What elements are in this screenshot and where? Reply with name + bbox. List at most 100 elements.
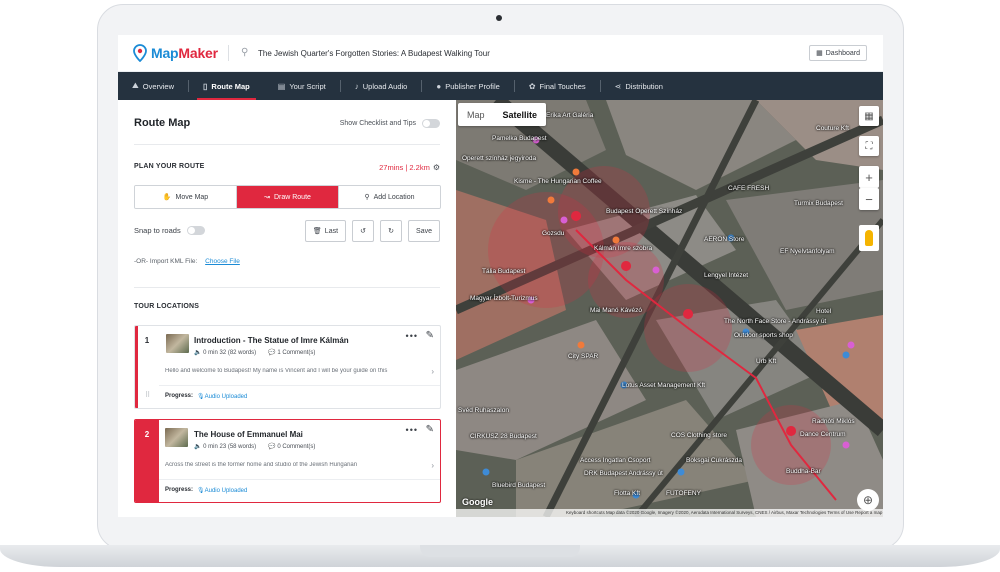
route-stats-text: 27mins | 2.2km	[379, 163, 430, 172]
tab-overview[interactable]: ⛰ Overview	[118, 72, 188, 100]
map-attribution[interactable]: Keyboard shortcuts Map data ©2020 Google…	[456, 509, 883, 517]
my-location-icon[interactable]: ⊕	[857, 489, 879, 511]
tour-title: The Jewish Quarter's Forgotten Stories: …	[258, 49, 490, 58]
move-map-button[interactable]: ✋ Move Map	[135, 186, 237, 208]
microphone-icon: 🎙	[197, 394, 205, 400]
header-divider	[228, 45, 229, 61]
snap-to-roads-row: Snap to roads	[134, 226, 205, 235]
pencil-icon[interactable]: ✎	[426, 424, 434, 435]
tab-route-map[interactable]: ▯ Route Map	[189, 72, 264, 100]
location-card[interactable]: 1 Introduction - The Statue of Imre Kálm…	[134, 325, 441, 409]
tour-locations-heading: TOUR LOCATIONS	[134, 303, 200, 310]
grid-icon: ▦	[816, 50, 823, 57]
chevron-right-icon[interactable]: ›	[431, 461, 434, 470]
page-title: Route Map	[134, 117, 191, 129]
microphone-icon: 🎙	[197, 488, 205, 494]
route-tools: 🗑 Last ↺ ↻ Save	[304, 220, 440, 242]
snap-label: Snap to roads	[134, 226, 181, 235]
satellite-map[interactable]: Erika Art Galéria Pamelka Budapest Opere…	[456, 100, 883, 517]
kml-or: -OR-	[134, 258, 149, 265]
map-label: Couture Kft	[816, 125, 849, 132]
grid-layers-icon[interactable]: ▦	[859, 106, 879, 126]
tab-label: Distribution	[625, 81, 663, 91]
map-label: Pamelka Budapest	[492, 135, 547, 142]
more-icon[interactable]: •••	[406, 425, 418, 435]
last-button[interactable]: 🗑 Last	[304, 220, 347, 242]
map-label: FUTOFENY	[666, 490, 701, 497]
comment-icon: 💬	[268, 350, 276, 356]
location-number: 2	[135, 420, 159, 502]
map-label: Lotus Asset Management Kft	[622, 382, 706, 389]
undo-button[interactable]: ↺	[352, 220, 375, 242]
street-view-pegman-icon[interactable]	[859, 225, 879, 251]
divider	[134, 144, 440, 145]
duration-text: 0 min 32 (82 words)	[203, 350, 257, 356]
checklist-label: Show Checklist and Tips	[339, 120, 416, 127]
draw-route-label: Draw Route	[273, 193, 311, 201]
divider	[159, 385, 440, 386]
app-logo[interactable]: MapMaker	[133, 44, 218, 62]
location-card-selected[interactable]: 2 The House of Emmanuel Mai 🔈 0 min 23 (…	[134, 419, 441, 503]
map-label: Boksgai Cukrászda	[686, 457, 742, 464]
comments: 💬 1 Comment(s)	[268, 349, 315, 356]
map-label: EF Nyelvtanfolyam	[780, 248, 835, 255]
save-button[interactable]: Save	[408, 220, 440, 242]
map-label: Erika Art Galéria	[546, 112, 594, 119]
brand-map-text: Map	[151, 45, 179, 61]
location-title: Introduction - The Statue of Imre Kálmán	[194, 336, 349, 345]
zoom-out-button[interactable]: −	[859, 188, 879, 210]
map-label: DRK Budapest Andrássy út	[584, 470, 663, 477]
map-label: Tália Budapest	[482, 268, 526, 275]
draw-route-icon: ↝	[264, 194, 270, 201]
map-label: Radnóti Miklós	[812, 418, 855, 425]
tab-publisher-profile[interactable]: ● Publisher Profile	[422, 72, 513, 100]
checklist-toggle[interactable]	[422, 119, 440, 128]
pencil-icon[interactable]: ✎	[426, 330, 434, 341]
location-meta: 🔈 0 min 23 (58 words) 💬 0 Comment(s)	[194, 443, 315, 450]
map-label: Budapest Operett Színház	[606, 208, 683, 215]
draw-route-button[interactable]: ↝ Draw Route	[237, 186, 339, 208]
status-badge: 🎙Audio Uploaded	[197, 487, 247, 494]
drag-handle-icon[interactable]: ⠿	[145, 391, 150, 399]
map-type-map-button[interactable]: Map	[458, 103, 494, 126]
location-excerpt: Hello and welcome to Budapest! My name i…	[165, 368, 388, 374]
webcam	[496, 15, 502, 21]
hiker-icon: ⚲	[241, 47, 249, 58]
map-label: Flotta Kft	[614, 490, 641, 497]
tab-final-touches[interactable]: ✿ Final Touches	[515, 72, 600, 100]
snap-toggle[interactable]	[186, 226, 205, 235]
map-label: COS Clothing store	[671, 432, 727, 439]
redo-button[interactable]: ↻	[380, 220, 403, 242]
kml-label: Import KML File:	[149, 258, 198, 265]
add-location-button[interactable]: ⚲ Add Location	[339, 186, 440, 208]
dashboard-button[interactable]: ▦ Dashboard	[809, 45, 867, 61]
zoom-in-button[interactable]: +	[859, 166, 879, 188]
tab-your-script[interactable]: ▤ Your Script	[264, 72, 340, 100]
map-label: Magyar Ízbolt-Turizmus	[470, 295, 538, 302]
tab-label: Route Map	[211, 81, 250, 91]
move-map-label: Move Map	[175, 193, 209, 201]
last-label: Last	[324, 227, 339, 235]
tab-upload-audio[interactable]: ♪ Upload Audio	[341, 72, 422, 100]
map-pin-logo-icon	[133, 44, 147, 62]
map-label: AERON Store	[704, 236, 745, 243]
gear-icon[interactable]: ⚙	[433, 163, 440, 172]
fullscreen-icon[interactable]: ⛶	[859, 136, 879, 156]
location-excerpt: Across the street is the former home and…	[165, 462, 358, 468]
map-label: CAFE FRESH	[728, 185, 770, 192]
duration: 🔈 0 min 23 (58 words)	[194, 443, 256, 450]
location-title: The House of Emmanuel Mai	[194, 430, 303, 439]
add-location-label: Add Location	[373, 193, 415, 201]
map-label: Kálmán Imre szobra	[594, 245, 653, 252]
map-label: City SPAR	[568, 353, 599, 360]
status-text: Audio Uploaded	[204, 394, 248, 400]
tab-distribution[interactable]: ⋖ Distribution	[601, 72, 677, 100]
google-logo: Google	[462, 497, 493, 507]
status-text: Audio Uploaded	[204, 488, 248, 494]
map-label: Kisme - The Hungarian Coffee	[514, 178, 602, 185]
map-type-satellite-button[interactable]: Satellite	[494, 103, 547, 126]
map-label: Outdoor sports shop	[734, 332, 793, 339]
more-icon[interactable]: •••	[406, 331, 418, 341]
chevron-right-icon[interactable]: ›	[431, 367, 434, 376]
choose-file-link[interactable]: Choose File	[205, 258, 240, 265]
